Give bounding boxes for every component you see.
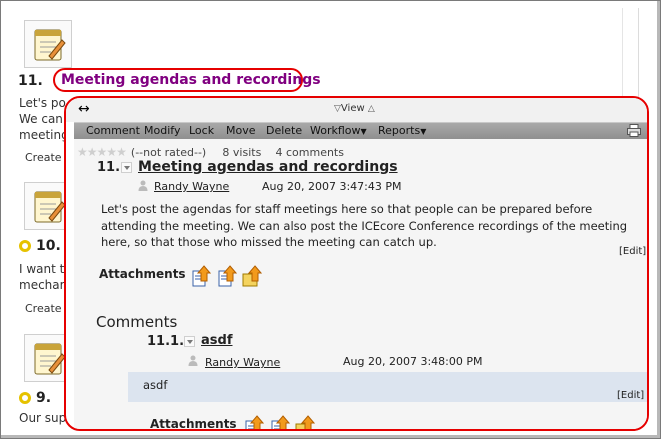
person-icon xyxy=(138,180,148,191)
entry-number: 11. xyxy=(18,73,43,89)
entry-number: 9. xyxy=(36,390,52,406)
comments-heading: Comments xyxy=(96,313,178,331)
person-icon xyxy=(188,355,198,366)
upload-folder-icon[interactable] xyxy=(242,265,262,287)
unread-dot-icon xyxy=(19,240,31,252)
dropdown-arrow-icon: ▼ xyxy=(360,127,367,136)
column-divider xyxy=(622,8,623,108)
star-icon[interactable]: ★ xyxy=(116,145,127,159)
entry-text-line: We can xyxy=(19,112,63,126)
popup-header: ↔ ▽View △ xyxy=(66,98,647,122)
entry-title: Meeting agendas and recordings xyxy=(138,159,398,175)
modify-menu[interactable]: Modify xyxy=(144,124,180,137)
unread-dot-icon xyxy=(19,392,31,404)
entry-body: Let's post the agendas for staff meeting… xyxy=(101,202,628,249)
entry-content: ★★★★★ (--not rated--) 8 visits 4 comment… xyxy=(74,139,647,431)
workflow-label: Workflow xyxy=(310,124,361,137)
triangle-down-icon: ▽ xyxy=(334,104,341,114)
entry-title-link[interactable]: Meeting agendas and recordings xyxy=(61,72,321,88)
delete-menu[interactable]: Delete xyxy=(266,124,302,137)
comment-edit-link[interactable]: [Edit] xyxy=(617,390,644,401)
comment-number: 11.1. xyxy=(147,334,185,349)
entry-number: 11. xyxy=(97,160,121,175)
entry-text-line: I want t xyxy=(19,262,65,276)
comment-author-link[interactable]: Randy Wayne xyxy=(205,356,280,369)
comment-title: asdf xyxy=(201,333,233,348)
entry-text-line: mechar xyxy=(19,278,65,292)
comment-body: asdf xyxy=(143,378,168,392)
rating-text: (--not rated--) xyxy=(130,146,207,159)
triangle-up-icon: △ xyxy=(367,104,375,114)
created-label: Create xyxy=(25,302,62,315)
view-label: View xyxy=(340,103,365,114)
entry-text-line: Our sup xyxy=(19,411,67,425)
reports-menu[interactable]: Reports▼ xyxy=(378,124,426,137)
comment-menu-dropdown-icon[interactable] xyxy=(184,336,195,347)
attachments-label: Attachments xyxy=(99,267,186,281)
entry-text-line: meeting xyxy=(19,128,69,142)
upload-folder-icon[interactable] xyxy=(295,415,315,431)
entry-menu-dropdown-icon[interactable] xyxy=(121,162,132,173)
entry-number: 10. xyxy=(36,238,61,254)
created-label: Create xyxy=(25,151,62,164)
lock-menu[interactable]: Lock xyxy=(189,124,214,137)
edit-link[interactable]: [Edit] xyxy=(619,246,646,257)
entry-text-line: Let's po xyxy=(19,96,66,110)
comment-date: Aug 20, 2007 3:48:00 PM xyxy=(343,355,483,368)
resize-arrow-icon[interactable]: ↔ xyxy=(78,101,90,117)
comments-count: 4 comments xyxy=(275,146,344,159)
upload-file-icon[interactable] xyxy=(244,415,264,431)
reports-label: Reports xyxy=(378,124,421,137)
comment-body-box: asdf [Edit] xyxy=(128,372,647,402)
entry-date: Aug 20, 2007 3:47:43 PM xyxy=(262,180,402,193)
entry-toolbar: Comment Modify Lock Move Delete Workflow… xyxy=(74,122,647,139)
author-link[interactable]: Randy Wayne xyxy=(154,180,229,193)
comment-attachments-label: Attachments xyxy=(150,417,237,431)
move-menu[interactable]: Move xyxy=(226,124,256,137)
view-toggle[interactable]: ▽View △ xyxy=(334,103,375,114)
upload-file-icon[interactable] xyxy=(270,415,290,431)
visits-count: 8 visits xyxy=(222,146,262,159)
dropdown-arrow-icon: ▼ xyxy=(420,127,427,136)
upload-file-icon[interactable] xyxy=(217,265,237,287)
print-icon[interactable] xyxy=(627,124,641,137)
rating-row: ★★★★★ (--not rated--) 8 visits 4 comment… xyxy=(77,141,344,160)
upload-file-icon[interactable] xyxy=(191,265,211,287)
entry-popup: ↔ ▽View △ Comment Modify Lock Move Delet… xyxy=(64,96,649,431)
workflow-menu[interactable]: Workflow▼ xyxy=(310,124,367,137)
comment-menu[interactable]: Comment xyxy=(86,124,140,137)
notebook-icon xyxy=(24,20,72,68)
